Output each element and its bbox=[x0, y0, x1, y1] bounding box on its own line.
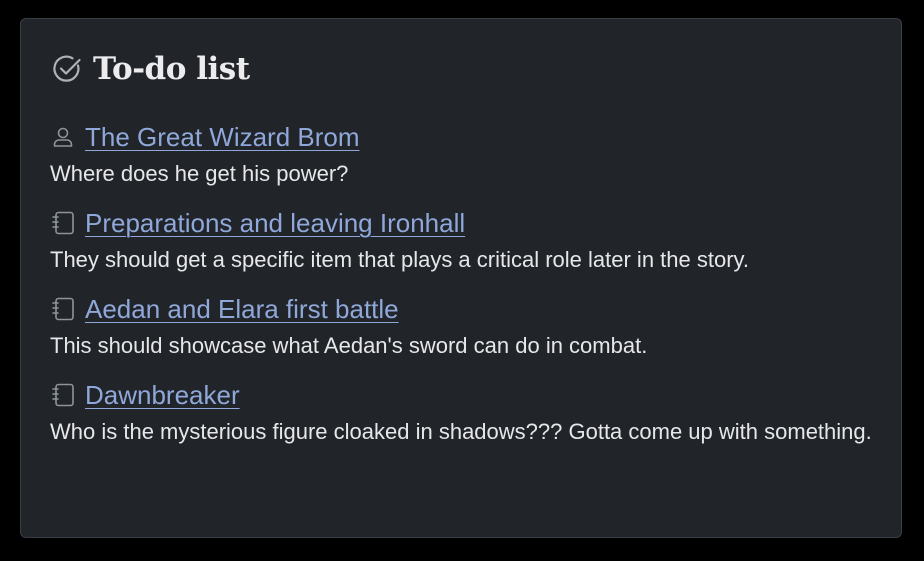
panel-header: To-do list bbox=[51, 51, 250, 87]
person-icon bbox=[50, 124, 76, 150]
check-circle-icon bbox=[51, 53, 83, 85]
todo-item-link[interactable]: Dawnbreaker bbox=[85, 380, 240, 411]
todo-item: The Great Wizard Brom Where does he get … bbox=[50, 119, 873, 192]
todo-item-note: Where does he get his power? bbox=[50, 161, 349, 186]
todo-item: Aedan and Elara first battle This should… bbox=[50, 291, 873, 364]
panel-title: To-do list bbox=[93, 51, 250, 87]
todo-item-link[interactable]: The Great Wizard Brom bbox=[85, 122, 360, 153]
todo-item-header: The Great Wizard Brom bbox=[50, 119, 873, 155]
todo-item-note: This should showcase what Aedan's sword … bbox=[50, 333, 648, 358]
todo-item-link[interactable]: Aedan and Elara first battle bbox=[85, 294, 399, 325]
todo-item-header: Aedan and Elara first battle bbox=[50, 291, 873, 327]
todo-item: Preparations and leaving Ironhall They s… bbox=[50, 205, 873, 278]
todo-item-header: Preparations and leaving Ironhall bbox=[50, 205, 873, 241]
todo-panel: To-do list The Great Wizard Brom Where d… bbox=[20, 18, 902, 538]
notebook-icon bbox=[50, 382, 76, 408]
notebook-icon bbox=[50, 296, 76, 322]
todo-item-note: They should get a specific item that pla… bbox=[50, 247, 750, 272]
todo-item: Dawnbreaker Who is the mysterious figure… bbox=[50, 377, 873, 450]
todo-item-note: Who is the mysterious figure cloaked in … bbox=[50, 419, 872, 444]
todo-item-link[interactable]: Preparations and leaving Ironhall bbox=[85, 208, 465, 239]
todo-item-header: Dawnbreaker bbox=[50, 377, 873, 413]
notebook-icon bbox=[50, 210, 76, 236]
todo-items: The Great Wizard Brom Where does he get … bbox=[50, 119, 873, 463]
